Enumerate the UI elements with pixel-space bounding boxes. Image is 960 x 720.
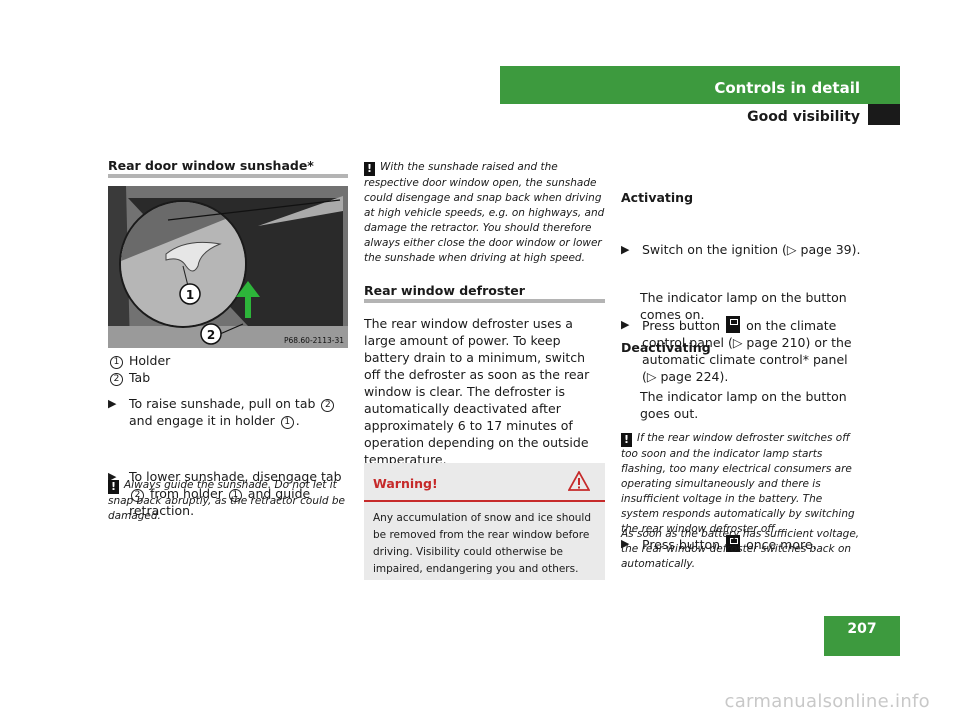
warning-title: Warning! — [373, 476, 438, 491]
figure-callout-1: 1 — [186, 288, 194, 302]
figure-code: P68.60-2113-31 — [284, 336, 344, 345]
section-title: Controls in detail — [714, 79, 860, 97]
legend-item: 2 Tab — [108, 369, 348, 386]
heading-rule — [364, 299, 605, 303]
warning-triangle-icon — [567, 470, 591, 495]
warning-rule — [364, 500, 605, 502]
step-ignition: ▶ Switch on the ignition (▷ page 39). — [621, 242, 861, 257]
legend-number: 1 — [110, 356, 123, 369]
sunshade-illustration: 1 2 P68.60-2113-31 — [108, 186, 348, 348]
legend-label: Tab — [128, 370, 151, 385]
page-number: 207 — [847, 621, 877, 637]
defroster-note-continued: As soon as the battery has sufficient vo… — [621, 528, 860, 570]
heading-rule — [108, 174, 348, 178]
legend-number: 2 — [110, 373, 123, 386]
step-raise-sunshade: ▶ To raise sunshade, pull on tab 2 and e… — [108, 395, 348, 429]
caution-icon: ! — [621, 433, 632, 447]
deactivating-result: The indicator lamp on the button goes ou… — [640, 389, 847, 421]
defroster-heading: Rear window defroster — [364, 283, 525, 298]
subsection-title: Good visibility — [747, 109, 860, 125]
sunshade-caution-note: ! With the sunshade raised and the respec… — [364, 161, 605, 264]
sunshade-heading: Rear door window sunshade* — [108, 158, 314, 173]
activating-heading: Activating — [621, 190, 694, 205]
bullet-icon: ▶ — [621, 318, 630, 331]
figure-callout-2: 2 — [207, 328, 215, 342]
caution-icon: ! — [108, 480, 119, 494]
deactivating-heading: Deactivating — [621, 340, 711, 355]
defroster-note: ! If the rear window defroster switches o… — [621, 432, 855, 535]
legend-label: Holder — [128, 353, 171, 368]
warning-text: Any accumulation of snow and ice should … — [373, 512, 592, 575]
bullet-icon: ▶ — [621, 243, 630, 256]
defroster-description: The rear window defroster uses a large a… — [364, 316, 590, 467]
activating-result: The indicator lamp on the button comes o… — [640, 290, 847, 322]
watermark: carmanualsonline.info — [724, 691, 930, 712]
bullet-icon: ▶ — [108, 397, 117, 410]
sunshade-figure: 1 2 P68.60-2113-31 — [108, 186, 348, 348]
sunshade-note: ! Always guide the sunshade. Do not let i… — [108, 479, 346, 522]
legend-item: 1 Holder — [108, 352, 348, 369]
caution-icon: ! — [364, 162, 375, 176]
figure-legend: 1 Holder 2 Tab — [108, 352, 348, 386]
header-marker — [868, 104, 900, 125]
